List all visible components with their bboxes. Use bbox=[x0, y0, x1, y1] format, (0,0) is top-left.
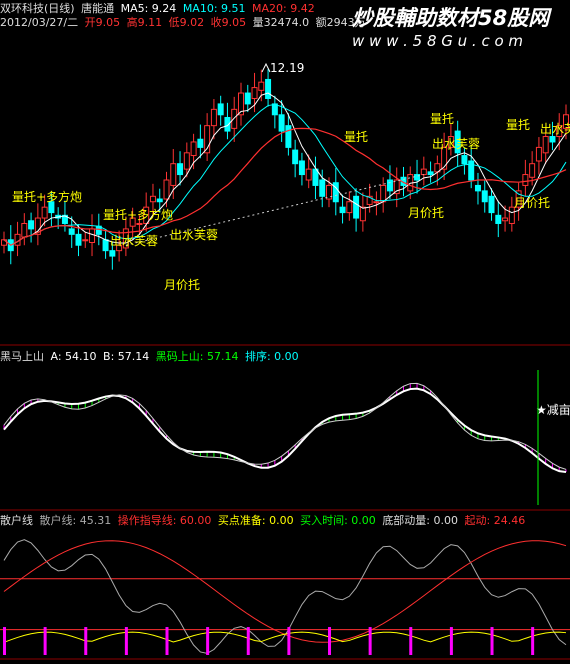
candle-body bbox=[312, 168, 319, 186]
candle-body bbox=[68, 228, 75, 235]
candle-body bbox=[190, 141, 197, 157]
chart-annotation: 12.19 bbox=[270, 61, 304, 75]
candle-body bbox=[109, 250, 116, 257]
chart-annotation: 出水芙蓉 bbox=[110, 234, 158, 248]
candle-body bbox=[373, 201, 380, 204]
candle-body bbox=[319, 179, 326, 197]
candle-body bbox=[278, 114, 285, 132]
candle-body bbox=[346, 201, 353, 214]
candle-body bbox=[265, 78, 272, 99]
candle-body bbox=[197, 138, 204, 148]
candle-body bbox=[474, 184, 481, 192]
chart-annotation: 月价托 bbox=[164, 278, 200, 292]
candle-body bbox=[41, 206, 48, 219]
candle-body bbox=[82, 239, 89, 242]
signal-bar bbox=[165, 627, 169, 655]
chart-annotation: 出水芙 bbox=[540, 122, 570, 136]
candle-body bbox=[89, 228, 96, 243]
candle-body bbox=[305, 168, 312, 181]
chart-annotation: 量托+多方炮 bbox=[12, 189, 82, 204]
high-marker bbox=[261, 62, 271, 73]
candle-body bbox=[170, 163, 177, 186]
candle-body bbox=[542, 136, 549, 154]
stock-chart: 12.19量托+多方炮量托+多方炮出水芙蓉 出水芙蓉月价托量托月价托量托出水芙蓉量… bbox=[0, 61, 570, 660]
retail-line bbox=[3, 539, 567, 654]
signal-bar bbox=[287, 627, 291, 655]
candle-body bbox=[210, 108, 217, 127]
candle-body bbox=[28, 220, 35, 230]
candle-body bbox=[529, 163, 536, 178]
candle-body bbox=[481, 190, 488, 203]
candle-body bbox=[244, 92, 251, 105]
candle-body bbox=[359, 206, 366, 222]
candle-body bbox=[136, 222, 143, 225]
signal-bar bbox=[328, 627, 332, 655]
candle-body bbox=[495, 214, 502, 224]
candle-body bbox=[380, 184, 387, 203]
candle-body bbox=[177, 163, 184, 176]
candle-body bbox=[393, 179, 400, 195]
candle-body bbox=[251, 87, 258, 99]
candle-body bbox=[427, 171, 434, 176]
candle-body bbox=[353, 195, 360, 219]
candle-body bbox=[549, 136, 556, 143]
candle-body bbox=[217, 103, 224, 116]
candle-body bbox=[339, 206, 346, 214]
signal-bar bbox=[409, 627, 413, 655]
signal-bar bbox=[206, 627, 210, 655]
candle-body bbox=[75, 233, 82, 246]
candle-body bbox=[386, 179, 393, 192]
start-line bbox=[3, 631, 567, 643]
signal-bar bbox=[490, 627, 494, 655]
signal-bar bbox=[84, 627, 88, 655]
chart-annotation: 量托 bbox=[430, 112, 454, 126]
candle-body bbox=[156, 198, 163, 203]
candle-body bbox=[292, 149, 299, 165]
candle-body bbox=[522, 174, 529, 186]
signal-bar bbox=[449, 627, 453, 655]
candle-body bbox=[285, 125, 292, 148]
chart-annotation: 出水芙蓉 bbox=[432, 137, 480, 151]
candle-body bbox=[488, 195, 495, 214]
heima-line-a bbox=[3, 387, 567, 474]
chart-annotation: 出水芙蓉 bbox=[170, 228, 218, 242]
ma10-line bbox=[3, 103, 567, 246]
heima-line-b bbox=[3, 382, 567, 470]
candle-body bbox=[502, 217, 509, 222]
candle-body bbox=[420, 168, 427, 176]
chart-annotation: 量托 bbox=[344, 130, 368, 144]
signal-bar bbox=[43, 627, 47, 655]
candle-body bbox=[231, 108, 238, 129]
candle-body bbox=[258, 81, 265, 91]
signal-bar bbox=[368, 627, 372, 655]
chart-annotation: 量托 bbox=[506, 118, 530, 132]
candle-body bbox=[21, 222, 28, 238]
chart-annotation: 月价托 bbox=[408, 206, 444, 220]
candle-body bbox=[461, 155, 468, 165]
candle-body bbox=[183, 152, 190, 170]
signal-bar bbox=[246, 627, 250, 655]
chart-annotation: ★减亩 bbox=[536, 402, 570, 417]
candle-body bbox=[535, 146, 542, 162]
candle-body bbox=[163, 179, 170, 200]
guide-line bbox=[3, 540, 567, 643]
candle-body bbox=[298, 160, 305, 176]
signal-bar bbox=[531, 627, 535, 655]
signal-bar bbox=[124, 627, 128, 655]
candle-body bbox=[102, 239, 109, 252]
signal-bar bbox=[3, 627, 6, 655]
candle-body bbox=[149, 195, 156, 203]
ma5-line bbox=[3, 92, 567, 246]
ma20-line bbox=[3, 127, 567, 246]
chart-annotation: 量托+多方炮 bbox=[103, 207, 173, 222]
chart-annotation: 月价托 bbox=[514, 196, 550, 210]
